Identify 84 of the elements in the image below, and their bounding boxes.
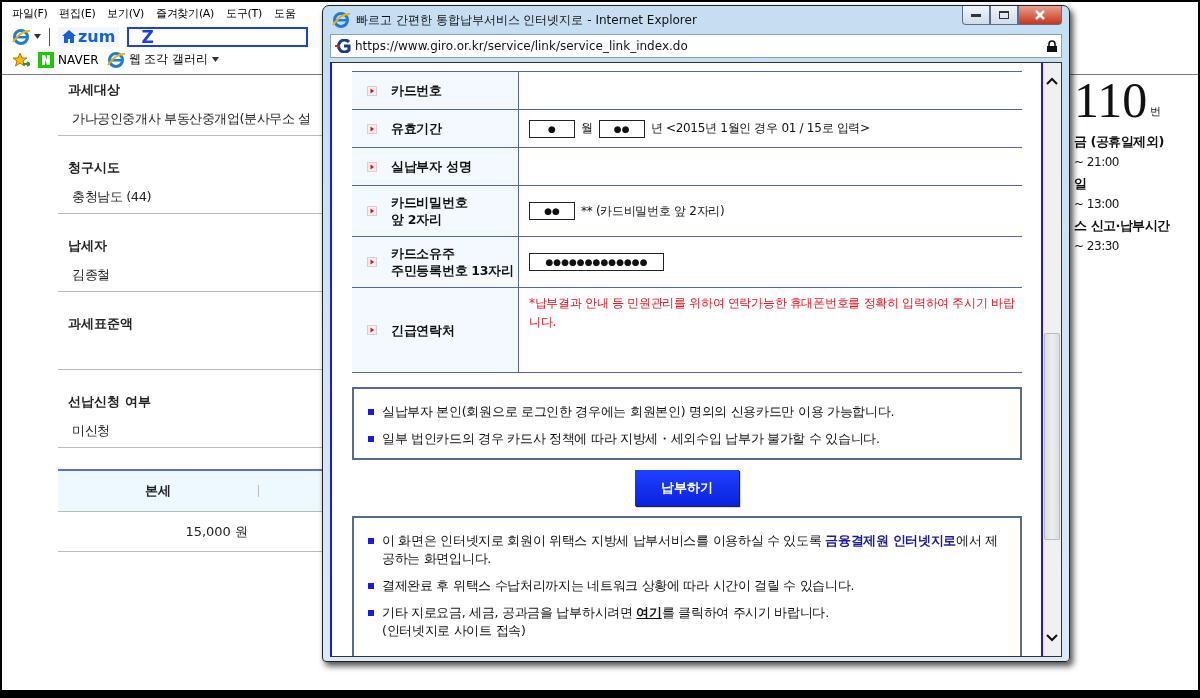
field-label: 선납신청 여부 xyxy=(67,393,151,411)
minimize-button[interactable] xyxy=(962,6,990,25)
arrow-bullet-icon xyxy=(367,123,377,134)
info-item: 이 화면은 인터넷지로 회원이 위택스 지방세 납부서비스를 이용하실 수 있도록 금융결제원 인터넷지로에서 제공하는 화면입니다. xyxy=(382,532,999,568)
scrollbar[interactable] xyxy=(1041,63,1061,656)
field-value: 충청남도 (44) xyxy=(71,188,152,206)
arrow-bullet-icon xyxy=(367,325,377,335)
table-cell-text: 15,000 원 xyxy=(184,522,249,541)
caret-icon[interactable] xyxy=(34,34,41,39)
address-bar[interactable]: https://www.giro.or.kr/service/link/service_link_index.do xyxy=(330,34,1062,58)
input-field[interactable]: ●●●●●●●●●●●●● xyxy=(529,253,664,271)
address-field[interactable]: Z xyxy=(127,26,309,47)
notice-text: *납부결과 안내 등 민원관리를 위하여 연락가능한 휴대폰번호를 정확히 입력하여 주시기 바랍니다. xyxy=(529,295,1016,331)
minimize-icon xyxy=(971,13,981,17)
hours-time: ~ 23:30 xyxy=(1074,238,1119,255)
hint-text: 년 <2015년 1월인 경우 01 / 15로 입력> xyxy=(650,120,870,137)
naver-icon xyxy=(38,51,54,68)
submit-button[interactable]: 납부하기 xyxy=(635,470,739,506)
maximize-icon xyxy=(999,11,1009,19)
close-icon xyxy=(1035,10,1045,20)
hint-text: 월 xyxy=(581,120,593,137)
house-icon xyxy=(62,30,76,43)
input-field[interactable]: ●● xyxy=(598,119,645,138)
form-label: 실납부자 성명 xyxy=(391,158,472,175)
menu-item[interactable]: 도구(T) xyxy=(226,6,262,21)
form-label: 카드소유주 주민등록번호 13자리 xyxy=(391,245,514,279)
field-label: 납세자 xyxy=(67,237,107,255)
favorite-link[interactable]: 웹 조각 갤러리 xyxy=(106,50,220,69)
menu-item[interactable]: 편집(E) xyxy=(59,6,96,21)
form-label: 카드번호 xyxy=(391,82,442,99)
hours-heading: 금 (공휴일제외) xyxy=(1074,133,1164,151)
column-header: 본세 xyxy=(58,485,259,497)
url-text: https://www.giro.or.kr/service/link/service_link_index.do xyxy=(355,39,688,53)
ie-icon[interactable] xyxy=(12,27,30,46)
menu-item[interactable]: 파일(F) xyxy=(12,6,48,21)
field-value: 가나공인중개사 부동산중개업(분사무소 설 xyxy=(71,110,311,128)
notice-item: 실납부자 본인(회원으로 로그인한 경우에는 회원본인) 명의의 신용카드만 이용 가능합니다. xyxy=(382,403,895,421)
hint-text: ** (카드비밀번호 앞 2자리) xyxy=(581,202,725,220)
hours-heading: 일 xyxy=(1074,175,1087,193)
caret-icon xyxy=(212,57,220,62)
menu-item[interactable]: 보기(V) xyxy=(107,6,145,21)
input-field[interactable]: ●● xyxy=(529,202,575,220)
form-label: 유효기간 xyxy=(391,120,442,137)
arrow-bullet-icon xyxy=(367,161,377,172)
field-label: 과세대상 xyxy=(67,81,120,99)
field-label: 청구시도 xyxy=(67,159,120,177)
bullet-icon xyxy=(368,610,374,616)
form-label: 카드비밀번호 앞 2자리 xyxy=(391,194,468,228)
info-item: 기타 지로요금, 세금, 공과금을 납부하시려면 여기를 클릭하여 주시기 바랍니다. (인터넷지로 사이트 접속) xyxy=(382,604,829,640)
arrow-bullet-icon xyxy=(367,206,377,216)
arrow-bullet-icon xyxy=(367,257,377,267)
favorite-link[interactable]: NAVER xyxy=(38,51,99,68)
scrollbar-thumb[interactable] xyxy=(1044,333,1060,540)
info-item: 결제완료 후 위택스 수납처리까지는 네트워크 상황에 따라 시간이 걸릴 수 있습니다. xyxy=(382,577,855,595)
field-label: 과세표준액 xyxy=(67,315,133,333)
bullet-icon xyxy=(368,409,374,415)
site-logo-icon xyxy=(335,39,351,53)
field-value: 미신청 xyxy=(71,422,110,440)
bullet-icon xyxy=(368,583,374,589)
form-label: 긴급연락처 xyxy=(391,321,455,339)
star-icon[interactable] xyxy=(12,51,30,68)
window-title: 빠르고 간편한 통합납부서비스 인터넷지로 - Internet Explorer xyxy=(356,11,697,29)
bullet-icon xyxy=(368,538,374,544)
ie-icon xyxy=(332,11,350,29)
field-value: 김종철 xyxy=(71,266,110,284)
hours-time: ~ 21:00 xyxy=(1074,154,1119,171)
hours-time: ~ 13:00 xyxy=(1074,196,1119,213)
scroll-up-icon[interactable] xyxy=(1046,77,1058,85)
input-field[interactable]: ● xyxy=(529,119,575,138)
maximize-button[interactable] xyxy=(990,6,1018,25)
ie-icon xyxy=(106,50,125,69)
lock-icon xyxy=(1047,40,1057,52)
zum-logo[interactable]: zum xyxy=(58,26,120,47)
hours-heading: 스 신고·납부시간 xyxy=(1074,217,1170,235)
scroll-down-icon[interactable] xyxy=(1046,634,1058,642)
menu-item[interactable]: 즐겨찾기(A) xyxy=(156,6,215,21)
phone-number: 110 xyxy=(1074,77,1148,123)
number-unit: 번 xyxy=(1150,104,1162,120)
menu-item[interactable]: 도움 xyxy=(273,6,296,21)
bullet-icon xyxy=(368,436,374,442)
notice-item: 일부 법인카드의 경우 카드사 정책에 따라 지방세・세외수입 납부가 불가할 수 있습니다. xyxy=(382,430,880,448)
here-link[interactable]: 여기 xyxy=(636,605,662,620)
arrow-bullet-icon xyxy=(367,85,377,96)
close-button[interactable] xyxy=(1018,6,1062,25)
